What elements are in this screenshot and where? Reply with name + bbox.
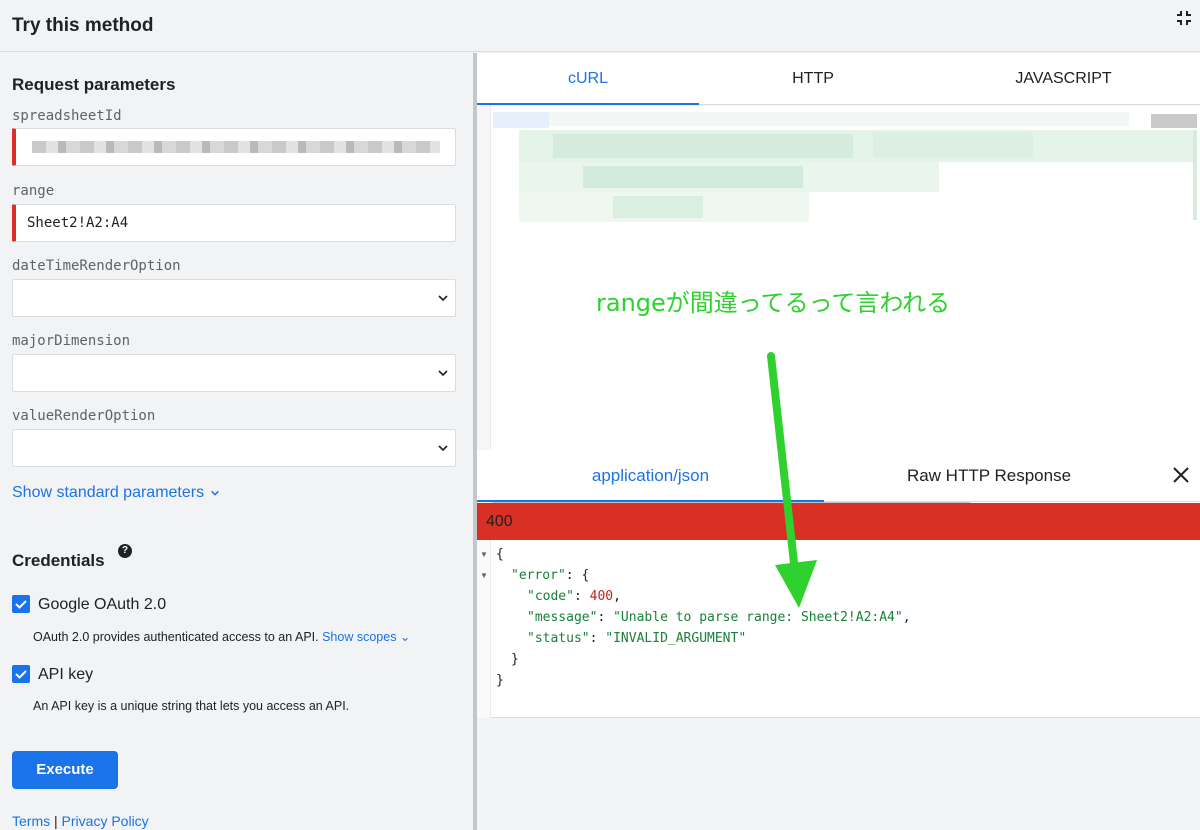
code-panel: cURL HTTP JAVASCRIPT rangeが間違ってるって言われる a…: [477, 53, 1200, 830]
param-label-majordimension: majorDimension: [12, 333, 131, 349]
panel-title: Try this method: [12, 15, 154, 36]
json-string: "INVALID_ARGUMENT": [605, 631, 747, 646]
majordimension-select[interactable]: [12, 354, 456, 392]
show-scopes-label: Show scopes: [322, 630, 397, 644]
response-body[interactable]: ▼ ▼ { "error": { "code": 400, "message":…: [477, 540, 1200, 718]
json-number: 400: [589, 589, 614, 604]
param-label-range: range: [12, 183, 55, 199]
checkmark-icon: [15, 600, 27, 609]
footer-separator: |: [54, 813, 58, 829]
code-gutter: [477, 106, 491, 503]
footer-links: Terms | Privacy Policy: [12, 813, 149, 829]
json-line: "code": 400,: [527, 589, 621, 604]
credentials-heading: Credentials: [12, 551, 105, 570]
execute-button[interactable]: Execute: [12, 751, 118, 789]
chevron-down-icon: [438, 370, 448, 377]
top-bar: Try this method: [0, 0, 1200, 52]
json-key: "message": [527, 610, 598, 625]
chevron-down-icon: [211, 490, 219, 496]
json-line: "message": "Unable to parse range: Sheet…: [527, 610, 911, 625]
redacted-code-block: [493, 112, 1197, 272]
status-code: 400: [486, 513, 513, 530]
json-string: "Unable to parse range: Sheet2!A2:A4": [613, 610, 903, 625]
show-scopes-link[interactable]: Show scopes ⌄: [322, 630, 410, 644]
code-tabs: cURL HTTP JAVASCRIPT: [477, 53, 1200, 105]
tab-http[interactable]: HTTP: [699, 53, 927, 105]
valuerenderoption-select[interactable]: [12, 429, 456, 467]
json-punct: : {: [565, 568, 590, 583]
tab-javascript[interactable]: JAVASCRIPT: [927, 53, 1200, 105]
help-icon[interactable]: ?: [118, 544, 132, 558]
privacy-policy-link[interactable]: Privacy Policy: [62, 813, 149, 829]
tab-application-json[interactable]: application/json: [477, 450, 824, 502]
annotation-text: rangeが間違ってるって言われる: [596, 289, 951, 317]
range-input[interactable]: Sheet2!A2:A4: [12, 204, 456, 242]
redacted-value: [32, 141, 440, 153]
oauth-checkbox[interactable]: [12, 595, 30, 613]
param-label-datetimerenderoption: dateTimeRenderOption: [12, 258, 181, 274]
param-label-spreadsheetid: spreadsheetId: [12, 108, 122, 124]
response-tabs: application/json Raw HTTP Response: [477, 450, 1200, 502]
json-key: "error": [511, 568, 566, 583]
param-label-valuerenderoption: valueRenderOption: [12, 408, 156, 424]
fold-toggle-icon[interactable]: ▼: [480, 550, 488, 559]
apikey-description: An API key is a unique string that lets …: [33, 699, 350, 713]
status-code-bar: 400: [477, 503, 1200, 540]
apikey-checkbox[interactable]: [12, 665, 30, 683]
tab-curl[interactable]: cURL: [477, 53, 699, 105]
oauth-label: Google OAuth 2.0: [38, 596, 167, 613]
range-value: Sheet2!A2:A4: [27, 215, 129, 231]
json-line: "status": "INVALID_ARGUMENT": [527, 631, 747, 646]
json-gutter: [477, 540, 491, 718]
fold-toggle-icon[interactable]: ▼: [480, 571, 488, 580]
terms-link[interactable]: Terms: [12, 813, 50, 829]
tab-raw-http-response[interactable]: Raw HTTP Response: [824, 450, 1154, 502]
chevron-down-icon: [438, 445, 448, 452]
json-line: {: [496, 547, 504, 562]
json-key: "code": [527, 589, 574, 604]
json-line: "error": {: [511, 568, 589, 583]
chevron-down-icon: [438, 295, 448, 302]
json-line: }: [496, 673, 504, 688]
spreadsheetid-input[interactable]: [12, 128, 456, 166]
oauth-description-text: OAuth 2.0 provides authenticated access …: [33, 630, 319, 644]
checkmark-icon: [15, 670, 27, 679]
datetimerenderoption-select[interactable]: [12, 279, 456, 317]
show-standard-label: Show standard parameters: [12, 484, 205, 501]
json-key: "status": [527, 631, 590, 646]
request-parameters-heading: Request parameters: [12, 75, 176, 94]
apikey-label: API key: [38, 666, 94, 683]
collapse-icon[interactable]: [1176, 10, 1192, 26]
close-icon[interactable]: [1172, 466, 1190, 484]
oauth-description: OAuth 2.0 provides authenticated access …: [33, 629, 410, 644]
show-standard-parameters-link[interactable]: Show standard parameters: [12, 484, 220, 502]
json-line: }: [511, 652, 519, 667]
request-panel: Request parameters spreadsheetId range S…: [0, 53, 473, 830]
